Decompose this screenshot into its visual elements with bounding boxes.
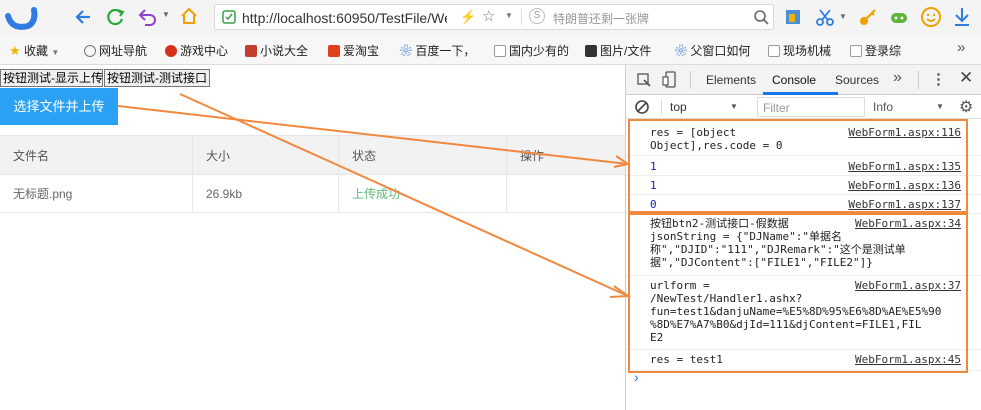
console-filter-bar: top ▼ Filter Info ▼ ⚙	[626, 95, 981, 119]
bookmark-label: 百度一下，	[415, 44, 476, 58]
kebab-menu-icon[interactable]: ⋮	[931, 70, 946, 88]
file-size-cell: 26.9kb	[193, 175, 339, 213]
refresh-icon[interactable]	[106, 7, 126, 27]
devtools-tabbar: Elements Console Sources » ⋮ ✕	[626, 65, 981, 95]
column-header-size: 大小	[193, 135, 339, 175]
taobao-icon	[328, 45, 340, 57]
search-hint[interactable]: 特朗普还剩一张牌	[553, 10, 649, 27]
bookmark-item[interactable]: 网址导航	[84, 42, 147, 59]
smile-icon[interactable]	[920, 6, 942, 28]
search-engine-icon[interactable]: S	[529, 8, 545, 24]
show-upload-button[interactable]: 按钮测试-显示上传	[0, 69, 103, 87]
column-header-filename: 文件名	[0, 135, 193, 175]
tab-elements[interactable]: Elements	[706, 73, 756, 87]
divider	[521, 9, 522, 25]
bookmark-label: 国内少有的	[509, 44, 570, 58]
secure-shield-icon	[222, 10, 236, 24]
actions-cell[interactable]	[507, 175, 625, 213]
gamepad-icon[interactable]	[889, 7, 909, 27]
page-icon	[494, 45, 506, 57]
bookmark-item[interactable]: 登录综	[850, 42, 901, 59]
clear-console-icon[interactable]	[634, 99, 650, 115]
bookmark-item[interactable]: 现场机械	[768, 42, 831, 59]
bookmark-item[interactable]: ❀ 父窗口如何	[675, 42, 750, 59]
highlight-box	[628, 119, 968, 213]
home-icon[interactable]	[179, 6, 199, 26]
bookmark-label: 登录综	[865, 44, 902, 58]
novel-icon	[245, 45, 257, 57]
globe-icon	[84, 45, 96, 57]
more-tabs-icon[interactable]: »	[893, 69, 902, 87]
divider	[918, 71, 919, 89]
divider	[690, 71, 691, 89]
column-header-status: 状态	[339, 135, 507, 175]
bookmark-label: 小说大全	[260, 44, 309, 58]
baidu-paw-icon: ❀	[400, 44, 413, 58]
bookmarks-bar: ★ 收藏 ▼ 网址导航 游戏中心 小说大全 爱淘宝 ❀ 百度一下， 国内少有的 …	[0, 35, 981, 65]
context-dropdown-icon[interactable]: ▼	[730, 102, 738, 111]
star-icon: ★	[9, 43, 21, 58]
scissors-icon[interactable]	[815, 7, 835, 27]
bookmark-item[interactable]: 图片/文件	[585, 42, 651, 59]
url-dropdown-icon[interactable]: ▼	[505, 11, 513, 20]
image-file-icon	[585, 45, 597, 57]
search-icon[interactable]	[753, 9, 769, 25]
game-center-icon	[165, 45, 177, 57]
bookmark-item[interactable]: ❀ 百度一下，	[400, 42, 475, 59]
bookmark-label: 收藏	[24, 44, 49, 58]
device-toolbar-icon[interactable]	[662, 71, 678, 89]
url-text[interactable]: http://localhost:60950/TestFile/We	[242, 10, 447, 26]
file-table: 文件名 大小 状态 操作 无标题.png 26.9kb 上传成功	[0, 135, 625, 213]
lightning-icon[interactable]: ⚡	[460, 9, 476, 25]
bookmark-label: 图片/文件	[600, 44, 652, 58]
bookmark-label: 游戏中心	[180, 44, 229, 58]
bookmark-item[interactable]: 爱淘宝	[328, 42, 379, 59]
tab-console[interactable]: Console	[772, 73, 816, 87]
scissors-dropdown-icon[interactable]: ▼	[839, 12, 847, 21]
address-bar[interactable]: http://localhost:60950/TestFile/We ⚡ ☆ ▼…	[214, 4, 774, 30]
inspect-element-icon[interactable]	[636, 72, 652, 88]
page-icon	[850, 45, 862, 57]
log-level-select[interactable]: Info	[873, 100, 893, 114]
page-icon	[768, 45, 780, 57]
highlight-box	[628, 213, 968, 373]
context-select[interactable]: top	[670, 100, 687, 114]
devtools-panel: Elements Console Sources » ⋮ ✕ top ▼ Fil…	[625, 65, 981, 410]
filter-input[interactable]: Filter	[757, 97, 865, 117]
log-level-dropdown-icon[interactable]: ▼	[936, 102, 944, 111]
browser-logo-icon	[5, 7, 38, 30]
choose-file-upload-button[interactable]: 选择文件并上传	[0, 88, 118, 125]
close-devtools-icon[interactable]: ✕	[959, 68, 973, 88]
dropdown-icon: ▼	[51, 48, 60, 57]
bookmark-item[interactable]: ★ 收藏 ▼	[9, 42, 59, 59]
file-name-cell: 无标题.png	[0, 175, 193, 213]
undo-dropdown-icon[interactable]: ▼	[162, 10, 170, 19]
undo-icon[interactable]	[137, 7, 161, 27]
settings-gear-icon[interactable]: ⚙	[959, 97, 973, 117]
bookmark-label: 爱淘宝	[343, 44, 380, 58]
bookmark-item[interactable]: 游戏中心	[165, 42, 228, 59]
back-icon[interactable]	[74, 7, 94, 27]
more-bookmarks-icon[interactable]: »	[957, 39, 965, 56]
status-cell: 上传成功	[339, 175, 507, 213]
bookmark-label: 网址导航	[99, 44, 148, 58]
browser-toolbar: ▼ http://localhost:60950/TestFile/We ⚡ ☆…	[0, 0, 981, 35]
tab-sources[interactable]: Sources	[835, 73, 879, 87]
key-icon[interactable]	[858, 7, 878, 27]
extension-icon[interactable]	[783, 7, 803, 27]
bookmark-item[interactable]: 国内少有的	[494, 42, 569, 59]
column-header-actions: 操作	[507, 135, 625, 175]
bookmark-label: 现场机械	[783, 44, 832, 58]
baidu-paw-icon: ❀	[675, 44, 688, 58]
divider	[661, 99, 662, 115]
star-icon[interactable]: ☆	[482, 7, 495, 25]
bookmark-label: 父窗口如何	[690, 44, 751, 58]
download-icon[interactable]	[952, 6, 972, 28]
test-api-button[interactable]: 按钮测试-测试接口	[104, 69, 210, 87]
bookmark-item[interactable]: 小说大全	[245, 42, 308, 59]
